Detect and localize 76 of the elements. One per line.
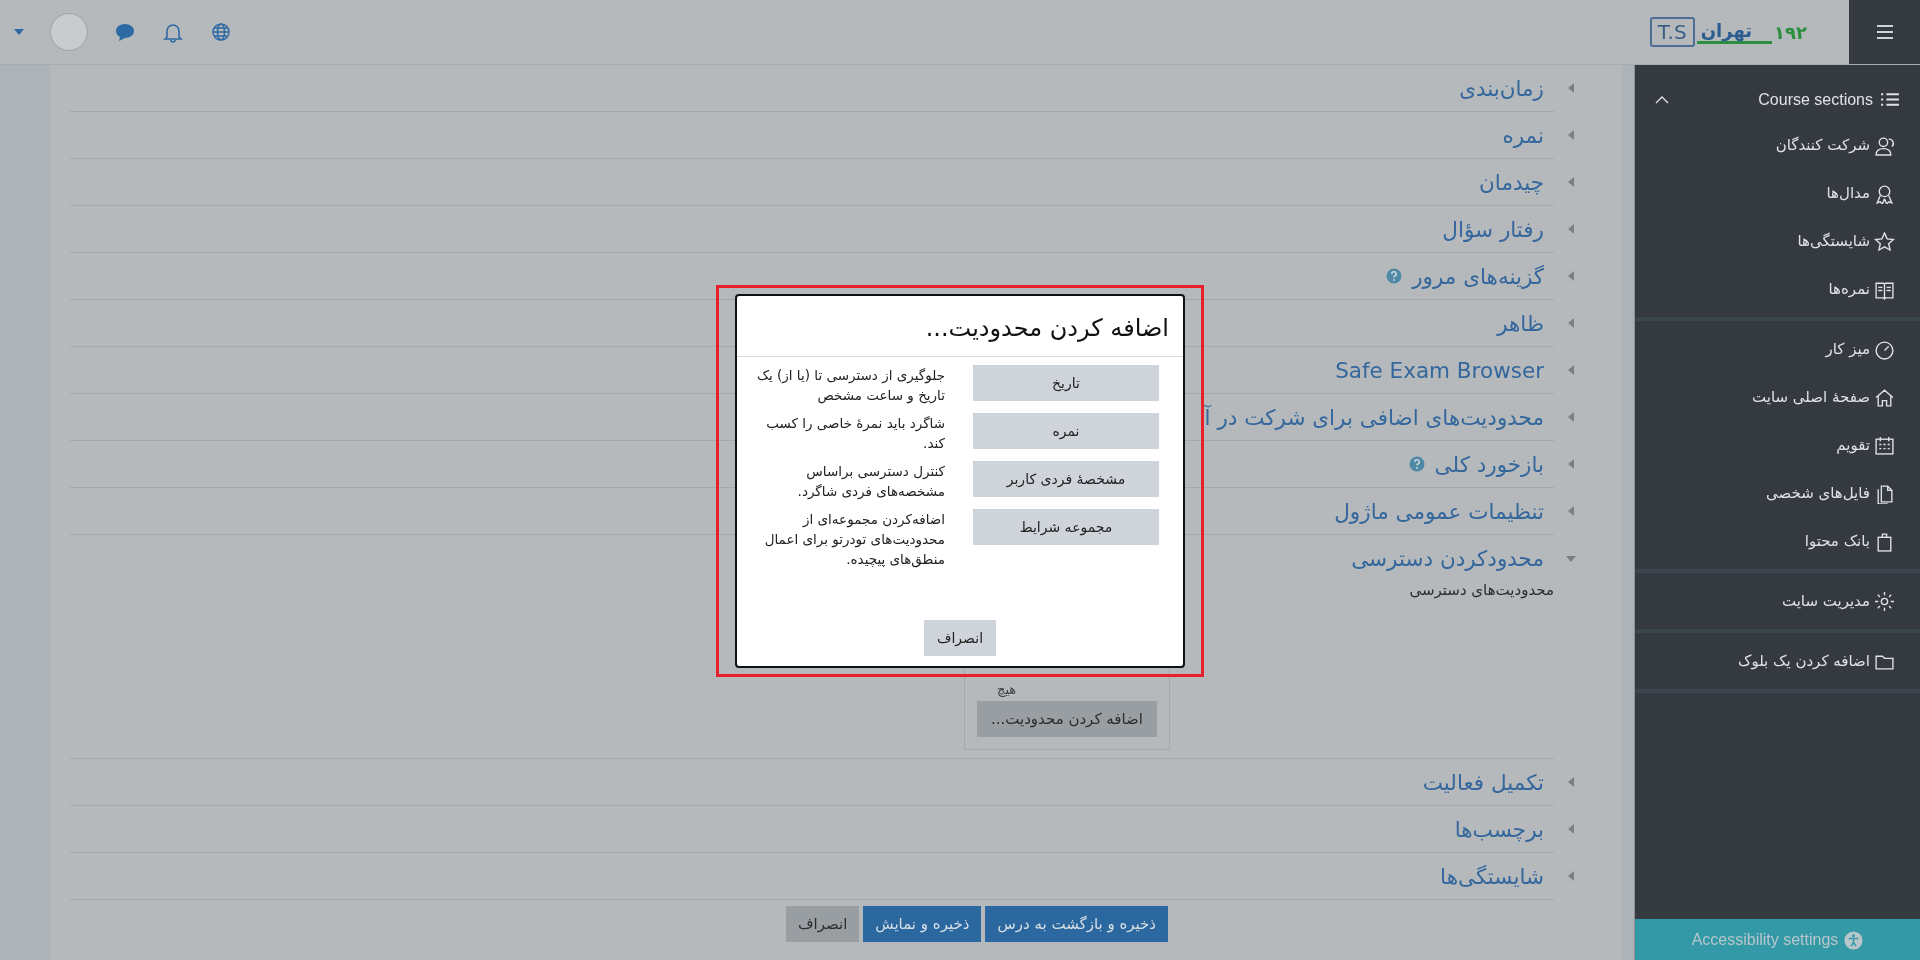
sidebar-item[interactable]: فایل‌های شخصی bbox=[1765, 484, 1870, 502]
cancel-button[interactable]: انصراف bbox=[785, 906, 860, 942]
caret-left-icon[interactable] bbox=[1566, 776, 1576, 788]
section-heading[interactable]: تکمیل فعالیت bbox=[1422, 769, 1544, 795]
chevron-up-icon[interactable] bbox=[1655, 95, 1669, 105]
globe-icon[interactable] bbox=[210, 21, 232, 43]
help-icon[interactable] bbox=[1408, 456, 1425, 472]
save-button[interactable]: ذخیره و بازگشت به درس bbox=[985, 906, 1169, 942]
star-icon[interactable] bbox=[1874, 230, 1895, 252]
sidebar-item[interactable]: مدیریت سایت bbox=[1781, 592, 1870, 610]
caret-left-icon[interactable] bbox=[1566, 129, 1576, 141]
cancel-button[interactable]: انصراف bbox=[923, 620, 997, 656]
menu-icon bbox=[1876, 25, 1893, 39]
sidebar-item[interactable]: میز کار bbox=[1825, 340, 1870, 358]
menu-button[interactable] bbox=[1849, 0, 1920, 64]
restrictions-value: هیچ bbox=[997, 682, 1017, 697]
section-heading[interactable]: تنظیمات عمومی ماژول bbox=[1334, 498, 1544, 524]
option-description: شاگرد باید نمرهٔ خاصی را کسب کند. bbox=[765, 414, 945, 453]
caret-left-icon[interactable] bbox=[1566, 823, 1576, 835]
section-heading[interactable]: زمان‌بندی bbox=[1459, 75, 1544, 101]
caret-left-icon[interactable] bbox=[1566, 317, 1576, 329]
option-description: جلوگیری از دسترسی تا (یا از) یک تاریخ و ساعت مشخص bbox=[755, 366, 945, 405]
caret-left-icon[interactable] bbox=[1566, 270, 1576, 282]
caret-left-icon[interactable] bbox=[1566, 364, 1576, 376]
section-heading[interactable]: رفتار سؤال bbox=[1442, 216, 1544, 242]
gauge-icon[interactable] bbox=[1874, 338, 1895, 360]
section-heading[interactable]: گزینه‌های مرور bbox=[1412, 263, 1544, 289]
sidebar-item[interactable]: اضافه کردن یک بلوک bbox=[1737, 652, 1870, 670]
caret-left-icon[interactable] bbox=[1566, 411, 1576, 423]
section-heading[interactable]: Safe Exam Browser bbox=[1335, 357, 1544, 383]
field-label: محدودیت‌های دسترسی bbox=[1408, 581, 1554, 601]
help-icon[interactable] bbox=[1386, 268, 1403, 284]
people-icon[interactable] bbox=[1874, 134, 1895, 156]
section-heading[interactable]: ظاهر bbox=[1497, 310, 1544, 336]
add-restriction-button[interactable]: اضافه کردن محدودیت... bbox=[976, 701, 1157, 737]
caret-left-icon[interactable] bbox=[1566, 223, 1576, 235]
option-description: کنترل دسترسی براساس مشخصه‌های فردی شاگرد. bbox=[796, 462, 945, 501]
section-heading[interactable]: شایستگی‌ها bbox=[1440, 863, 1544, 889]
section-heading[interactable]: برچسب‌ها bbox=[1454, 816, 1544, 842]
caret-left-icon[interactable] bbox=[1566, 505, 1576, 517]
chat-icon[interactable] bbox=[114, 21, 136, 43]
caret-left-icon[interactable] bbox=[1566, 176, 1576, 188]
medal-icon[interactable] bbox=[1874, 182, 1895, 204]
sidebar-item[interactable]: صفحهٔ اصلی سایت bbox=[1752, 388, 1870, 406]
option-description: اضافه‌کردن مجموعه‌ای از محدودیت‌های تودرتو برای اعمال منطق‌های پیچیده. bbox=[763, 510, 945, 569]
section-heading[interactable]: محدودکردن دسترسی bbox=[1351, 545, 1544, 571]
sidebar-item[interactable]: بانک محتوا bbox=[1804, 532, 1870, 550]
sidebar-item[interactable]: نمره‌ها bbox=[1828, 280, 1870, 298]
sidebar-item[interactable]: مدال‌ها bbox=[1826, 184, 1870, 202]
save-button[interactable]: ذخیره و نمایش bbox=[863, 906, 982, 942]
section-heading[interactable]: بازخورد کلی bbox=[1434, 451, 1544, 477]
calendar-icon[interactable] bbox=[1874, 434, 1895, 456]
dialog-title: اضافه کردن محدودیت... bbox=[737, 296, 1183, 357]
restriction-type-button[interactable]: تاریخ bbox=[973, 365, 1159, 401]
accessibility-icon bbox=[1844, 930, 1864, 950]
home-icon[interactable] bbox=[1874, 386, 1895, 408]
avatar[interactable] bbox=[50, 13, 88, 51]
caret-left-icon[interactable] bbox=[1566, 870, 1576, 882]
section-heading[interactable]: نمره bbox=[1502, 122, 1544, 148]
settings-icon[interactable] bbox=[1874, 590, 1895, 612]
logo-text: تهران bbox=[1696, 20, 1773, 44]
sidebar-item[interactable]: تقویم bbox=[1836, 436, 1870, 454]
logo-badge: T.S bbox=[1649, 17, 1695, 47]
section-heading[interactable]: چیدمان bbox=[1479, 169, 1544, 195]
caret-left-icon[interactable] bbox=[1566, 82, 1576, 94]
section-heading[interactable]: محدودیت‌های اضافی برای شرکت در آ bbox=[1204, 404, 1544, 430]
restriction-type-button[interactable]: نمره bbox=[973, 413, 1159, 449]
bell-icon[interactable] bbox=[162, 21, 184, 43]
caret-down-icon[interactable] bbox=[14, 29, 24, 35]
sidebar-heading[interactable]: Course sections bbox=[1758, 91, 1873, 109]
restriction-type-button[interactable]: مشخصهٔ فردی کاربر bbox=[973, 461, 1159, 497]
caret-left-icon[interactable] bbox=[1566, 458, 1576, 470]
restriction-type-button[interactable]: مجموعه شرایط bbox=[973, 509, 1159, 545]
sidebar-item[interactable]: شرکت کنندگان bbox=[1775, 136, 1870, 154]
sidebar-item[interactable]: شایستگی‌ها bbox=[1797, 232, 1870, 250]
logo-number: ۱۹۲ bbox=[1774, 21, 1807, 43]
